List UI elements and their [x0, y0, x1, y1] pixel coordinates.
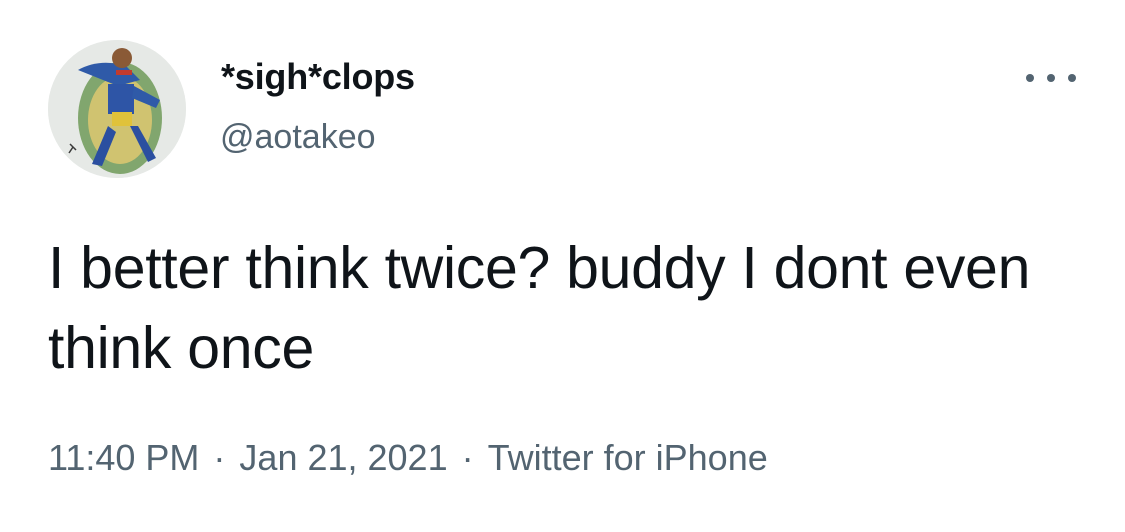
tweet-time[interactable]: 11:40 PM [48, 437, 199, 478]
separator: · [213, 437, 226, 478]
more-options-button[interactable] [1026, 66, 1076, 90]
more-horizontal-icon [1026, 74, 1034, 82]
more-horizontal-icon [1047, 74, 1055, 82]
username-handle[interactable]: @aotakeo [220, 118, 376, 157]
tweet-source[interactable]: Twitter for iPhone [488, 437, 768, 478]
tweet-metadata: 11:40 PM · Jan 21, 2021 · Twitter for iPhone [48, 437, 768, 479]
avatar[interactable] [48, 40, 186, 178]
more-horizontal-icon [1068, 74, 1076, 82]
avatar-drawing-icon [48, 40, 186, 178]
tweet-date[interactable]: Jan 21, 2021 [239, 437, 447, 478]
tweet-card: *sigh*clops @aotakeo I better think twic… [0, 0, 1125, 532]
separator: · [461, 437, 474, 478]
display-name[interactable]: *sigh*clops [221, 56, 415, 98]
tweet-text: I better think twice? buddy I dont even … [48, 235, 1031, 381]
